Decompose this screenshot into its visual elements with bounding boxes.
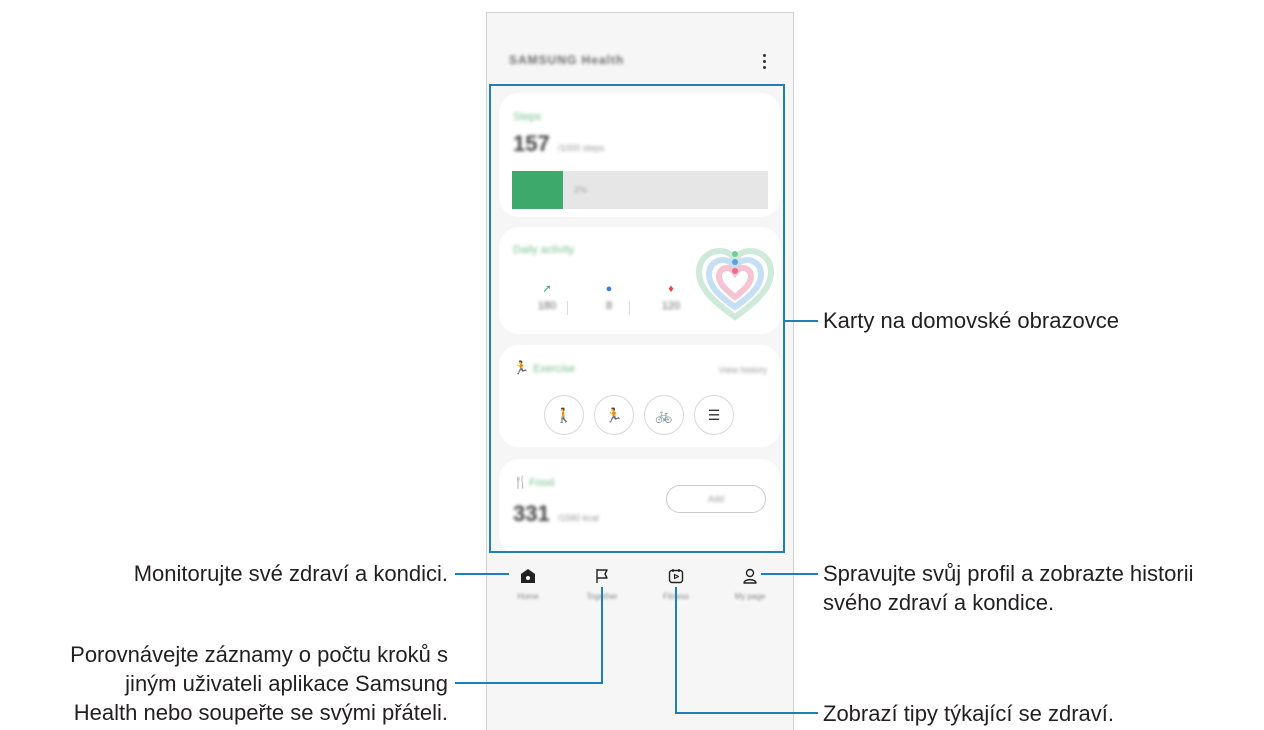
callout-profile-line-2: svého zdraví a kondice. bbox=[823, 590, 1055, 615]
steps-count: 157 bbox=[513, 131, 550, 156]
add-food-button-label: Add bbox=[707, 494, 724, 504]
food-card[interactable]: 🍴 Food 331 /1580 kcal Add bbox=[499, 459, 781, 555]
walking-icon[interactable]: 🚶 bbox=[544, 395, 584, 435]
add-food-button[interactable]: Add bbox=[666, 485, 766, 513]
shoe-icon: ➚ bbox=[542, 283, 552, 295]
list-icon[interactable]: ☰ bbox=[694, 395, 734, 435]
profile-callout-line bbox=[761, 573, 818, 575]
callout-fitness: Zobrazí tipy týkající se zdraví. bbox=[823, 701, 1114, 726]
steps-card-label: Steps bbox=[513, 111, 542, 123]
cards-bracket-left bbox=[489, 84, 491, 553]
activity-metric-value: 120 bbox=[661, 300, 681, 312]
flag-icon bbox=[572, 566, 632, 586]
bottom-nav: Home Together Fitness My page bbox=[487, 558, 793, 618]
callout-cards: Karty na domovské obrazovce bbox=[823, 308, 1119, 333]
tab-home[interactable]: Home bbox=[498, 566, 558, 601]
play-calendar-icon bbox=[646, 566, 706, 586]
fitness-callout-line-h bbox=[675, 712, 818, 714]
clock-icon: ● bbox=[605, 283, 613, 295]
activity-metric-value: 8 bbox=[605, 300, 613, 312]
callout-together-line-3: Health nebo soupeřte se svými přáteli. bbox=[73, 700, 448, 725]
steps-progress-fill bbox=[512, 171, 564, 209]
cycling-icon[interactable]: 🚲 bbox=[644, 395, 684, 435]
food-calories: 331 bbox=[513, 501, 550, 526]
tab-my-page-label: My page bbox=[734, 592, 766, 601]
daily-activity-label: Daily activity bbox=[513, 244, 575, 256]
flame-icon: ♦ bbox=[668, 283, 674, 295]
cards-bracket-bottom bbox=[489, 551, 785, 553]
cards-bracket-top bbox=[489, 84, 785, 86]
tab-my-page[interactable]: My page bbox=[720, 566, 780, 601]
activity-metric-calories: ♦ 120 bbox=[651, 282, 691, 312]
activity-metric-time: ● 8 bbox=[589, 282, 629, 312]
phone-screen: SAMSUNG Health Steps 157 /1000 steps 2% … bbox=[486, 12, 794, 730]
callout-home: Monitorujte své zdraví a kondici. bbox=[133, 561, 448, 586]
together-callout-line-h bbox=[455, 682, 603, 684]
running-icon[interactable]: 🏃 bbox=[594, 395, 634, 435]
fork-knife-icon: 🍴 bbox=[513, 475, 528, 489]
more-vertical-icon[interactable] bbox=[757, 51, 771, 71]
activity-metric-steps: ➚ 180 bbox=[527, 282, 567, 312]
steps-progress-label: 2% bbox=[574, 185, 588, 195]
activity-rings-heart-icon bbox=[695, 247, 775, 321]
callout-together-line-1: Porovnávejte záznamy o počtu kroků s bbox=[70, 642, 448, 667]
activity-metric-value: 180 bbox=[537, 300, 557, 312]
divider bbox=[567, 301, 568, 315]
food-card-label: Food bbox=[529, 477, 555, 489]
steps-card[interactable]: Steps 157 /1000 steps 2% bbox=[499, 93, 781, 217]
home-icon bbox=[498, 566, 558, 586]
food-calories-goal: /1580 kcal bbox=[557, 513, 599, 523]
steps-goal: /1000 steps bbox=[557, 143, 605, 153]
divider bbox=[629, 301, 630, 315]
callout-profile-line-1: Spravujte svůj profil a zobrazte histori… bbox=[823, 561, 1194, 586]
callout-profile: Spravujte svůj profil a zobrazte histori… bbox=[823, 559, 1194, 617]
home-callout-line bbox=[455, 573, 509, 575]
callout-together-line-2: jiným uživateli aplikace Samsung bbox=[125, 671, 448, 696]
runner-icon: 🏃 bbox=[513, 360, 530, 375]
steps-progress-bar: 2% bbox=[512, 171, 768, 209]
callout-together: Porovnávejte záznamy o počtu kroků s jin… bbox=[10, 640, 448, 727]
app-title: SAMSUNG Health bbox=[509, 53, 625, 67]
together-callout-line-v bbox=[601, 587, 603, 684]
tab-home-label: Home bbox=[517, 592, 539, 601]
exercise-card[interactable]: 🏃 Exercise View history 🚶 🏃 🚲 ☰ bbox=[499, 345, 781, 447]
daily-activity-card[interactable]: Daily activity ➚ 180 ● 8 ♦ 120 bbox=[499, 227, 781, 334]
cards-callout-line bbox=[785, 320, 818, 322]
fitness-callout-line-v bbox=[675, 587, 677, 714]
exercise-card-label: Exercise bbox=[533, 363, 576, 375]
cards-bracket-right bbox=[783, 84, 785, 553]
view-history-link[interactable]: View history bbox=[719, 365, 767, 375]
person-icon bbox=[720, 566, 780, 586]
